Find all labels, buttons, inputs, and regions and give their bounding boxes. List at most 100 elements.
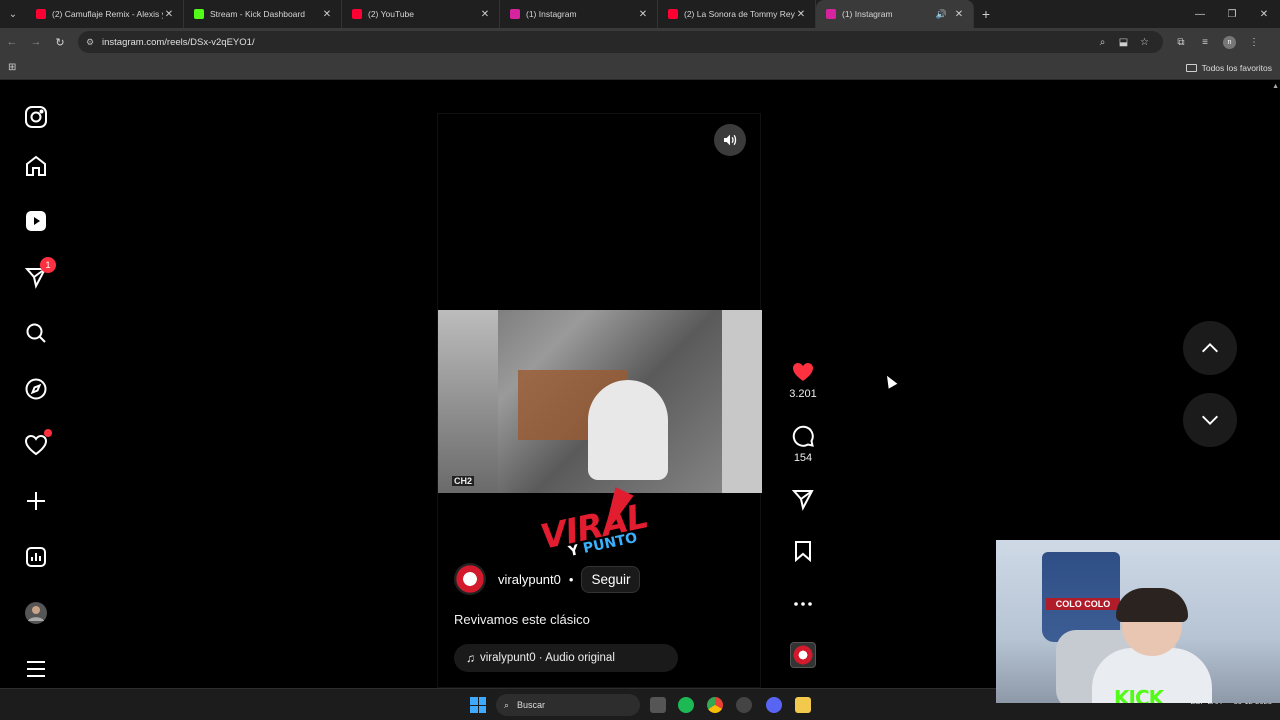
- tab-close-icon[interactable]: ✕: [479, 9, 491, 20]
- video-frame[interactable]: CH2: [438, 310, 762, 493]
- audio-thumbnail[interactable]: [790, 642, 816, 668]
- previous-reel-button[interactable]: [1183, 321, 1237, 375]
- tab-close-icon[interactable]: ✕: [953, 9, 965, 20]
- notifications-icon[interactable]: [22, 429, 52, 459]
- sidebar: 1: [0, 81, 72, 688]
- save-action[interactable]: [784, 539, 822, 563]
- windows-start-icon[interactable]: [470, 697, 486, 713]
- profile-avatar[interactable]: n: [1223, 35, 1236, 49]
- restore-icon[interactable]: ❐: [1216, 9, 1248, 20]
- tab-title: (2) La Sonora de Tommy Rey - l: [684, 9, 795, 19]
- mouse-cursor: [882, 373, 898, 389]
- browser-menu-icon[interactable]: ⋮: [1242, 37, 1266, 48]
- browser-tab[interactable]: (1) Instagram ✕: [500, 0, 658, 28]
- youtube-favicon-icon: [668, 9, 678, 19]
- reload-icon[interactable]: ↻: [48, 36, 72, 49]
- share-icon[interactable]: [791, 487, 815, 511]
- media-control-icon[interactable]: ≡: [1193, 37, 1217, 48]
- heart-filled-icon[interactable]: [791, 360, 815, 384]
- audio-thumbnail-action[interactable]: [784, 642, 822, 668]
- address-bar[interactable]: ⚙ instagram.com/reels/DSx-v2qEYO1/ ⌕ ⬓ ☆: [78, 31, 1163, 53]
- spotify-icon[interactable]: [678, 697, 694, 713]
- bus-window-shape: [438, 310, 498, 493]
- scroll-up-arrow-icon[interactable]: ▲: [1272, 83, 1279, 90]
- more-menu-icon[interactable]: [22, 655, 50, 683]
- file-explorer-icon[interactable]: [795, 697, 811, 713]
- obs-icon[interactable]: [736, 697, 752, 713]
- comment-action[interactable]: 154: [784, 424, 822, 464]
- audio-info-pill[interactable]: ♫ viralypunt0 · Audio original: [454, 644, 678, 672]
- next-reel-button[interactable]: [1183, 393, 1237, 447]
- share-action[interactable]: [784, 487, 822, 511]
- reel-player[interactable]: CH2 VIRAL Y PUNTO viralypunt0 • Seguir R…: [437, 113, 762, 688]
- flag-text: COLO COLO: [1046, 598, 1120, 610]
- forward-icon[interactable]: →: [24, 36, 48, 48]
- tab-close-icon[interactable]: ✕: [163, 9, 175, 20]
- notifications-dot: [44, 429, 52, 437]
- apps-grid-icon[interactable]: ⊞: [8, 62, 16, 73]
- back-icon[interactable]: ←: [0, 36, 24, 48]
- browser-tab[interactable]: Stream - Kick Dashboard ✕: [184, 0, 342, 28]
- chrome-icon[interactable]: [707, 697, 723, 713]
- search-icon: ⌕: [504, 699, 510, 710]
- bookmarks-folder[interactable]: Todos los favoritos: [1185, 62, 1272, 73]
- reels-icon[interactable]: [22, 207, 50, 235]
- instagram-favicon-icon: [510, 9, 520, 19]
- streamer-hair: [1116, 588, 1188, 622]
- tab-title: (1) Instagram: [526, 9, 577, 19]
- tab-close-icon[interactable]: ✕: [321, 9, 333, 20]
- browser-tab[interactable]: (2) La Sonora de Tommy Rey - l ✕: [658, 0, 816, 28]
- comment-icon[interactable]: [791, 424, 815, 448]
- tab-search-chevron-icon[interactable]: ⌄: [0, 0, 26, 28]
- author-username[interactable]: viralypunt0: [498, 572, 561, 587]
- install-app-icon[interactable]: ⬓: [1113, 37, 1134, 48]
- url-text[interactable]: instagram.com/reels/DSx-v2qEYO1/: [102, 37, 1092, 48]
- like-action[interactable]: 3.201: [784, 360, 822, 400]
- viral-y-punto-logo: VIRAL Y PUNTO: [536, 487, 666, 561]
- more-options-action[interactable]: [784, 592, 822, 616]
- bookmark-star-icon[interactable]: ☆: [1134, 37, 1155, 48]
- zoom-icon[interactable]: ⌕: [1092, 37, 1113, 48]
- author-avatar[interactable]: [454, 563, 486, 595]
- task-view-icon[interactable]: [650, 697, 666, 713]
- bookmark-icon[interactable]: [791, 539, 815, 563]
- reel-caption: Revivamos este clásico: [454, 612, 590, 627]
- audio-toggle-button[interactable]: [714, 124, 746, 156]
- taskbar-search[interactable]: ⌕ Buscar: [496, 694, 640, 716]
- new-tab-button[interactable]: +: [974, 6, 998, 22]
- bookmarks-bar: ⊞ Todos los favoritos: [0, 56, 1280, 80]
- discord-icon[interactable]: [766, 697, 782, 713]
- create-icon[interactable]: [22, 487, 50, 515]
- search-icon[interactable]: [22, 319, 50, 347]
- browser-tab[interactable]: (2) Camuflaje Remix - Alexis y F ✕: [26, 0, 184, 28]
- tab-close-icon[interactable]: ✕: [637, 9, 649, 20]
- instagram-favicon-icon: [826, 9, 836, 19]
- browser-tab-active[interactable]: (1) Instagram 🔊 ✕: [816, 0, 974, 28]
- taskbar-search-placeholder: Buscar: [517, 700, 546, 710]
- browser-tab[interactable]: (2) YouTube ✕: [342, 0, 500, 28]
- more-dots-icon[interactable]: [791, 592, 815, 616]
- close-window-icon[interactable]: ✕: [1248, 9, 1280, 20]
- kick-logo: KICK: [1114, 686, 1164, 703]
- camera-channel-label: CH2: [452, 476, 475, 486]
- reel-author: viralypunt0 • Seguir: [454, 563, 641, 595]
- tab-close-icon[interactable]: ✕: [795, 9, 807, 20]
- colo-colo-flag: [1042, 552, 1120, 642]
- tab-audio-icon[interactable]: 🔊: [936, 9, 947, 20]
- logo-sub-a: Y: [567, 542, 581, 561]
- speaker-icon: [724, 134, 737, 146]
- messages-icon[interactable]: 1: [22, 257, 56, 291]
- minimize-icon[interactable]: —: [1184, 9, 1216, 20]
- profile-avatar[interactable]: [22, 599, 50, 627]
- instagram-logo-icon[interactable]: [22, 103, 50, 131]
- explore-icon[interactable]: [22, 375, 50, 403]
- follow-button[interactable]: Seguir: [581, 565, 641, 593]
- bookmarks-folder-label: Todos los favoritos: [1201, 62, 1272, 73]
- home-icon[interactable]: [22, 152, 50, 180]
- folder-icon: [1185, 63, 1197, 72]
- chevron-down-icon: [1202, 415, 1218, 425]
- tab-title: Stream - Kick Dashboard: [210, 9, 305, 19]
- extensions-icon[interactable]: ⧉: [1169, 37, 1193, 48]
- site-info-icon[interactable]: ⚙: [86, 37, 98, 48]
- dashboard-icon[interactable]: [22, 543, 50, 571]
